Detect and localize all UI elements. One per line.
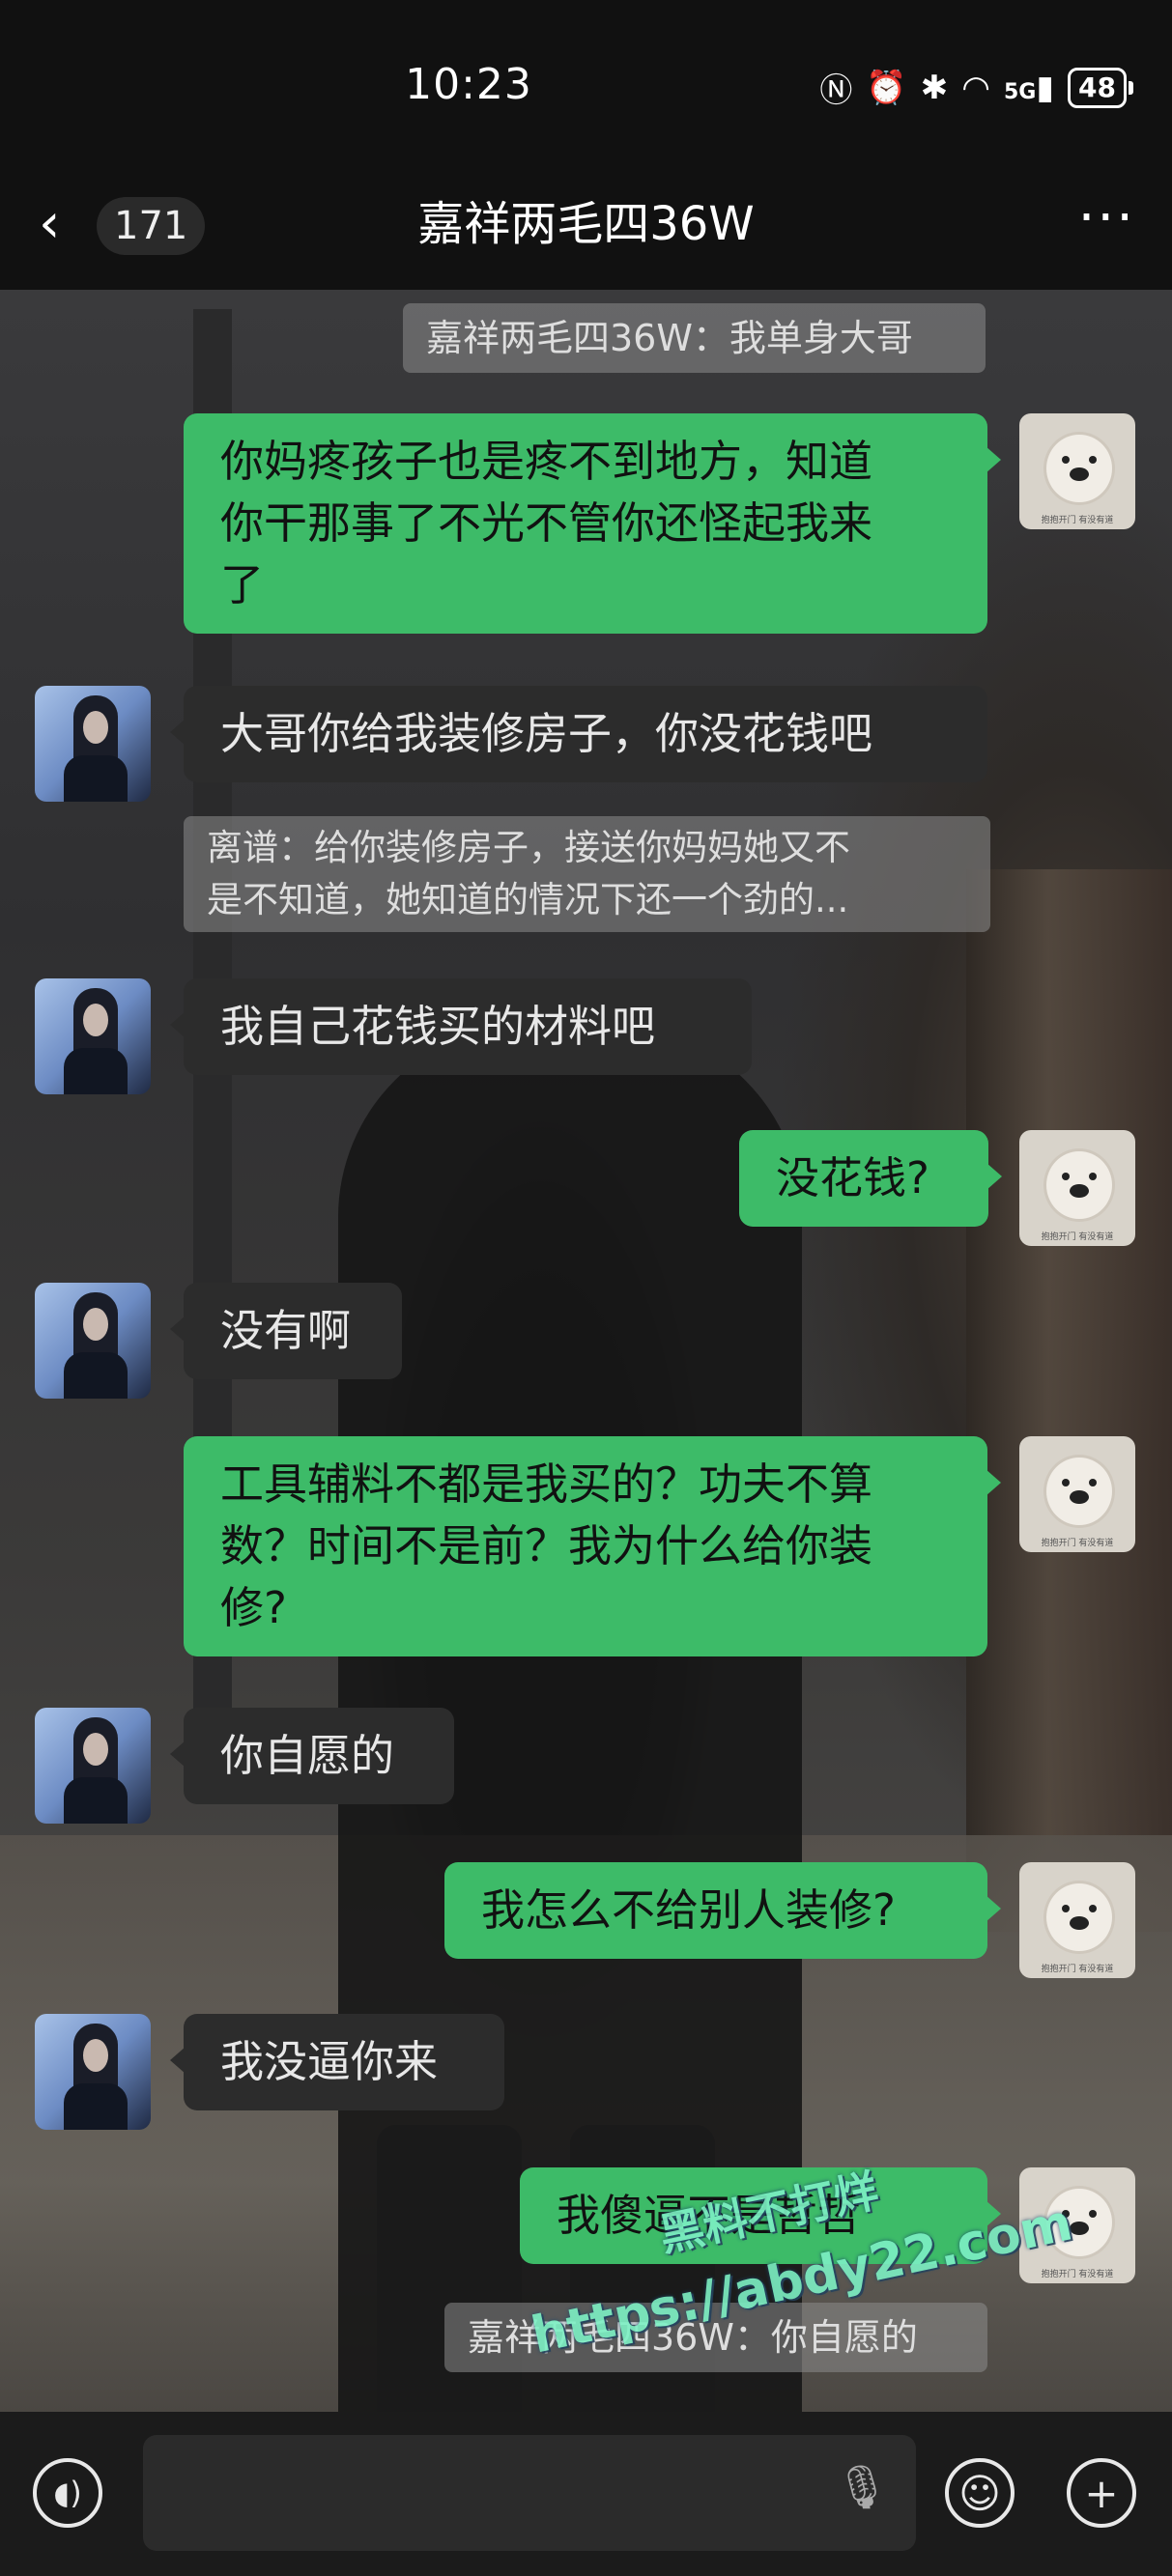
message-incoming[interactable]: 没有啊 xyxy=(170,1283,402,1379)
plus-button[interactable]: + xyxy=(1067,2458,1136,2528)
quoted-reply[interactable]: 嘉祥两毛四36W：我单身大哥 xyxy=(403,303,986,373)
battery-indicator: 48 xyxy=(1068,67,1127,108)
message-outgoing[interactable]: 工具辅料不都是我买的？功夫不算 数？时间不是前？我为什么给你装 修? xyxy=(184,1436,1001,1656)
contact-avatar[interactable] xyxy=(35,1708,151,1824)
nfc-icon: Ⓝ xyxy=(819,71,853,110)
my-avatar[interactable]: 抱抱开门 有没有道 xyxy=(1019,1862,1135,1978)
chat-header: ‹ 171 嘉祥两毛四36W ··· xyxy=(0,174,1172,290)
input-bar: ◖) 🎙 ☺ + xyxy=(0,2412,1172,2576)
plus-icon: + xyxy=(1084,2469,1119,2517)
voice-button[interactable]: ◖) xyxy=(33,2458,102,2528)
contact-avatar[interactable] xyxy=(35,978,151,1094)
my-avatar[interactable]: 抱抱开门 有没有道 xyxy=(1019,1436,1135,1552)
contact-avatar[interactable] xyxy=(35,686,151,802)
wifi-icon: ◠ xyxy=(961,68,990,107)
message-outgoing[interactable]: 没花钱? xyxy=(739,1130,1002,1227)
message-outgoing[interactable]: 我怎么不给别人装修? xyxy=(444,1862,1001,1959)
mic-icon[interactable]: 🎙 xyxy=(835,2462,889,2512)
status-bar: 10:23 Ⓝ ⏰ ✱ ◠ 5G▮ 48 xyxy=(0,0,1172,174)
message-incoming[interactable]: 大哥你给我装修房子，你没花钱吧 xyxy=(170,686,987,782)
message-incoming[interactable]: 我自己花钱买的材料吧 xyxy=(170,978,752,1075)
quoted-reply[interactable]: 离谱：给你装修房子，接送你妈妈她又不 是不知道，她知道的情况下还一个劲的... xyxy=(184,816,990,932)
emoji-button[interactable]: ☺ xyxy=(945,2458,1015,2528)
message-outgoing[interactable]: 你妈疼孩子也是疼不到地方，知道 你干那事了不光不管你还怪起我来 了 xyxy=(184,413,1001,634)
my-avatar[interactable]: 抱抱开门 有没有道 xyxy=(1019,413,1135,529)
message-incoming[interactable]: 你自愿的 xyxy=(170,1708,454,1804)
bluetooth-icon: ✱ xyxy=(920,68,949,107)
contact-avatar[interactable] xyxy=(35,1283,151,1399)
voice-icon: ◖) xyxy=(53,2475,82,2511)
message-incoming[interactable]: 我没逼你来 xyxy=(170,2014,504,2110)
signal-5g-icon: 5G▮ xyxy=(1003,68,1055,107)
more-icon: ··· xyxy=(1077,186,1135,249)
alarm-icon: ⏰ xyxy=(866,68,907,107)
chat-title: 嘉祥两毛四36W xyxy=(417,197,755,251)
my-avatar[interactable]: 抱抱开门 有没有道 xyxy=(1019,1130,1135,1246)
contact-avatar[interactable] xyxy=(35,2014,151,2130)
status-time: 10:23 xyxy=(405,60,532,109)
more-options-button[interactable]: ··· xyxy=(1078,187,1135,249)
message-input[interactable]: 🎙 xyxy=(143,2435,916,2551)
emoji-icon: ☺ xyxy=(958,2469,1001,2517)
